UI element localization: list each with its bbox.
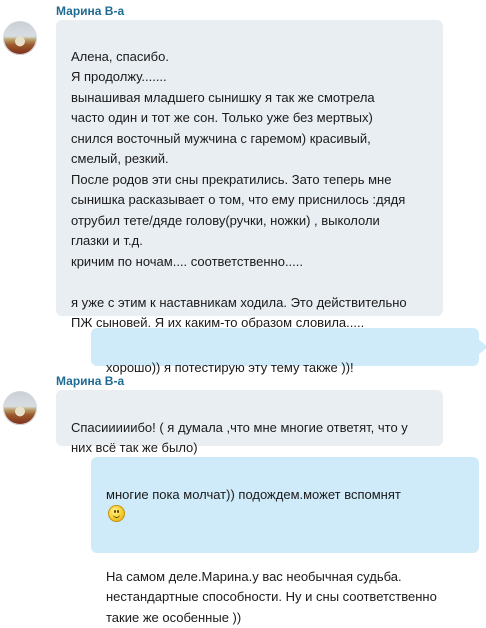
outgoing-message-bubble: хорошо)) я потестирую эту тему также ))!	[91, 328, 479, 375]
avatar[interactable]	[3, 391, 37, 425]
sender-name[interactable]: Марина В-а	[56, 374, 124, 388]
avatar[interactable]	[3, 21, 37, 55]
outgoing-message-bubble: многие пока молчат)) подождем.может вспо…	[91, 457, 479, 625]
incoming-message-bubble: Алена, спасибо. Я продолжу....... вынаши…	[56, 20, 443, 330]
incoming-message-bubble: Спасииииибо! ( я думала ,что мне многие …	[56, 390, 443, 455]
message-text: хорошо)) я потестирую эту тему также ))!	[106, 359, 354, 375]
bubble-tail	[478, 339, 486, 355]
message-text: Алена, спасибо. Я продолжу....... вынаши…	[71, 48, 407, 331]
smiley-emoji-icon	[108, 505, 125, 522]
message-text-line1: многие пока молчат)) подождем.может вспо…	[106, 486, 401, 502]
sender-name[interactable]: Марина В-а	[56, 4, 124, 18]
message-text: На самом деле.Марина.у вас необычная суд…	[106, 568, 437, 625]
message-text: Спасииииибо! ( я думала ,что мне многие …	[71, 419, 408, 456]
